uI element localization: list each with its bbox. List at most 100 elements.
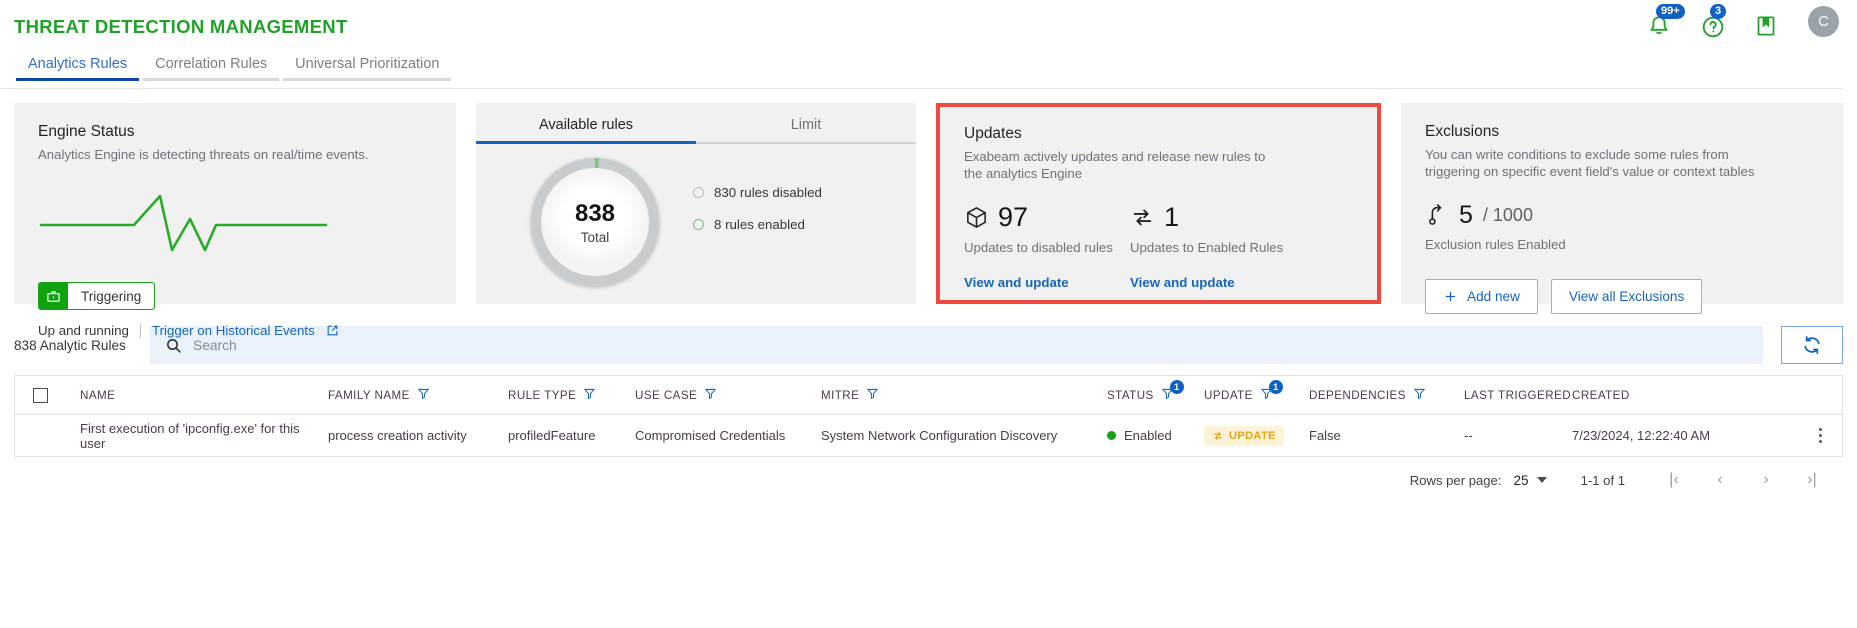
avatar[interactable]: C xyxy=(1808,6,1839,37)
rows-per-page-value: 25 xyxy=(1513,472,1529,488)
view-all-exclusions-button[interactable]: View all Exclusions xyxy=(1550,279,1703,314)
exclusions-actions: Add new View all Exclusions xyxy=(1425,279,1819,314)
refresh-icon xyxy=(1804,336,1820,354)
updates-disabled-metric: 97 Updates to disabled rules View and up… xyxy=(964,202,1130,290)
update-badge[interactable]: UPDATE xyxy=(1204,425,1284,446)
metric-value: 1 xyxy=(1164,202,1180,232)
rules-card-tabs: Available rules Limit xyxy=(476,103,916,144)
sync-icon xyxy=(1213,431,1223,440)
notifications-button[interactable]: 99+ xyxy=(1646,3,1685,37)
cube-icon xyxy=(967,207,986,228)
bookmark-button[interactable] xyxy=(1754,7,1782,37)
view-and-update-enabled-link[interactable]: View and update xyxy=(1130,275,1296,290)
rows-per-page-label: Rows per page: xyxy=(1409,472,1502,488)
cell-use-case: Compromised Credentials xyxy=(635,428,786,443)
filter-icon[interactable] xyxy=(704,387,717,403)
pagination: Rows per page: 25 1-1 of 1 |‹ ‹ › ›| xyxy=(0,457,1857,489)
filter-count-badge: 1 xyxy=(1169,380,1184,394)
tab-limit[interactable]: Limit xyxy=(696,117,916,144)
filter-icon[interactable] xyxy=(417,387,430,403)
tab-available-rules[interactable]: Available rules xyxy=(476,117,696,144)
legend-dot-icon xyxy=(693,219,704,230)
column-header-name[interactable]: NAME xyxy=(80,389,328,402)
updates-subtitle: Exabeam actively updates and release new… xyxy=(964,149,1266,181)
select-all-cell xyxy=(33,387,80,403)
updates-metrics: 97 Updates to disabled rules View and up… xyxy=(964,202,1353,290)
last-page-button[interactable]: ›| xyxy=(1789,471,1835,489)
analytic-rules-count: 838 Analytic Rules xyxy=(14,337,126,353)
column-header-dependencies[interactable]: DEPENDENCIES xyxy=(1309,387,1464,403)
divider xyxy=(139,323,141,338)
tabs-divider xyxy=(0,88,1843,89)
select-all-checkbox[interactable] xyxy=(33,387,48,403)
top-bar: THREAT DETECTION MANAGEMENT 99+ 3 C xyxy=(0,0,1857,56)
legend-dot-icon xyxy=(693,187,704,198)
tab-universal-prioritization[interactable]: Universal Prioritization xyxy=(281,56,453,81)
column-label: DEPENDENCIES xyxy=(1309,388,1406,402)
engine-status-title: Engine Status xyxy=(38,123,135,140)
legend-item-disabled[interactable]: 830 rules disabled xyxy=(693,185,822,200)
help-button[interactable]: 3 xyxy=(1700,3,1728,37)
legend-item-enabled[interactable]: 8 rules enabled xyxy=(693,217,822,232)
page-title: THREAT DETECTION MANAGEMENT xyxy=(14,16,348,37)
filter-icon[interactable]: 1 xyxy=(1260,380,1283,403)
help-badge: 3 xyxy=(1710,3,1727,19)
rules-legend: 830 rules disabled 8 rules enabled xyxy=(659,158,822,249)
first-page-button[interactable]: |‹ xyxy=(1651,471,1697,489)
tab-label: Universal Prioritization xyxy=(295,56,440,72)
button-label: View all Exclusions xyxy=(1568,289,1685,304)
next-page-button[interactable]: › xyxy=(1743,471,1789,489)
filter-icon[interactable] xyxy=(866,387,879,403)
tab-analytics-rules[interactable]: Analytics Rules xyxy=(14,56,141,81)
legend-label: 8 rules enabled xyxy=(714,217,805,232)
cell-update: UPDATE xyxy=(1204,425,1309,446)
donut-total-label: Total xyxy=(580,229,610,245)
filter-count-badge: 1 xyxy=(1268,380,1283,394)
status-dot-icon xyxy=(1107,431,1116,440)
refresh-button[interactable] xyxy=(1781,326,1843,364)
column-label: LAST TRIGGERED xyxy=(1464,388,1572,402)
search-icon xyxy=(167,338,181,353)
column-header-status[interactable]: STATUS 1 xyxy=(1107,380,1204,403)
triggering-label: Triggering xyxy=(81,288,142,304)
status-badge: Enabled xyxy=(1124,428,1172,443)
main-tabs: Analytics Rules Correlation Rules Univer… xyxy=(0,56,1857,90)
summary-cards: Engine Status Analytics Engine is detect… xyxy=(0,90,1857,338)
cell-name: First execution of 'ipconfig.exe' for th… xyxy=(80,420,300,451)
view-and-update-disabled-link[interactable]: View and update xyxy=(964,275,1130,290)
briefcase-icon xyxy=(39,283,68,309)
sync-icon xyxy=(1133,209,1152,226)
column-header-rule-type[interactable]: RULE TYPE xyxy=(508,387,635,403)
filter-icon[interactable] xyxy=(1413,387,1426,403)
cell-created: 7/23/2024, 12:22:40 AM xyxy=(1572,428,1711,443)
row-actions-menu-button[interactable] xyxy=(1818,427,1822,444)
exclusions-value: 5 xyxy=(1459,201,1473,229)
chevron-down-icon xyxy=(1536,477,1547,483)
engine-status-card: Engine Status Analytics Engine is detect… xyxy=(14,103,456,338)
filter-icon[interactable] xyxy=(583,387,596,403)
triggering-status-button[interactable]: Triggering xyxy=(38,282,156,310)
engine-running-text: Up and running xyxy=(38,323,129,338)
bookmark-icon xyxy=(1757,16,1775,36)
previous-page-button[interactable]: ‹ xyxy=(1697,471,1743,489)
branch-icon xyxy=(1429,203,1442,225)
column-header-mitre[interactable]: MITRE xyxy=(821,387,1107,403)
pagination-range: 1-1 of 1 xyxy=(1580,472,1625,488)
table-row[interactable]: First execution of 'ipconfig.exe' for th… xyxy=(15,415,1842,456)
tab-correlation-rules[interactable]: Correlation Rules xyxy=(141,56,281,81)
external-link-icon[interactable] xyxy=(326,324,339,337)
tab-label: Available rules xyxy=(538,117,634,133)
column-header-created[interactable]: CREATED xyxy=(1572,389,1742,402)
filter-icon[interactable]: 1 xyxy=(1161,380,1184,403)
column-header-last-triggered[interactable]: LAST TRIGGERED xyxy=(1464,389,1572,402)
exclusions-metric: 5 / 1000 xyxy=(1425,201,1819,230)
column-header-update[interactable]: UPDATE 1 xyxy=(1204,380,1309,403)
column-header-family-name[interactable]: FAMILY NAME xyxy=(328,387,508,403)
trigger-historical-events-link[interactable]: Trigger on Historical Events xyxy=(152,323,315,338)
rows-per-page-select[interactable]: 25 xyxy=(1513,472,1547,488)
metric-header: 1 xyxy=(1130,202,1296,233)
add-new-exclusion-button[interactable]: Add new xyxy=(1425,279,1538,314)
button-label: Add new xyxy=(1467,289,1520,304)
cell-last-triggered: -- xyxy=(1464,428,1473,443)
column-header-use-case[interactable]: USE CASE xyxy=(635,387,821,403)
